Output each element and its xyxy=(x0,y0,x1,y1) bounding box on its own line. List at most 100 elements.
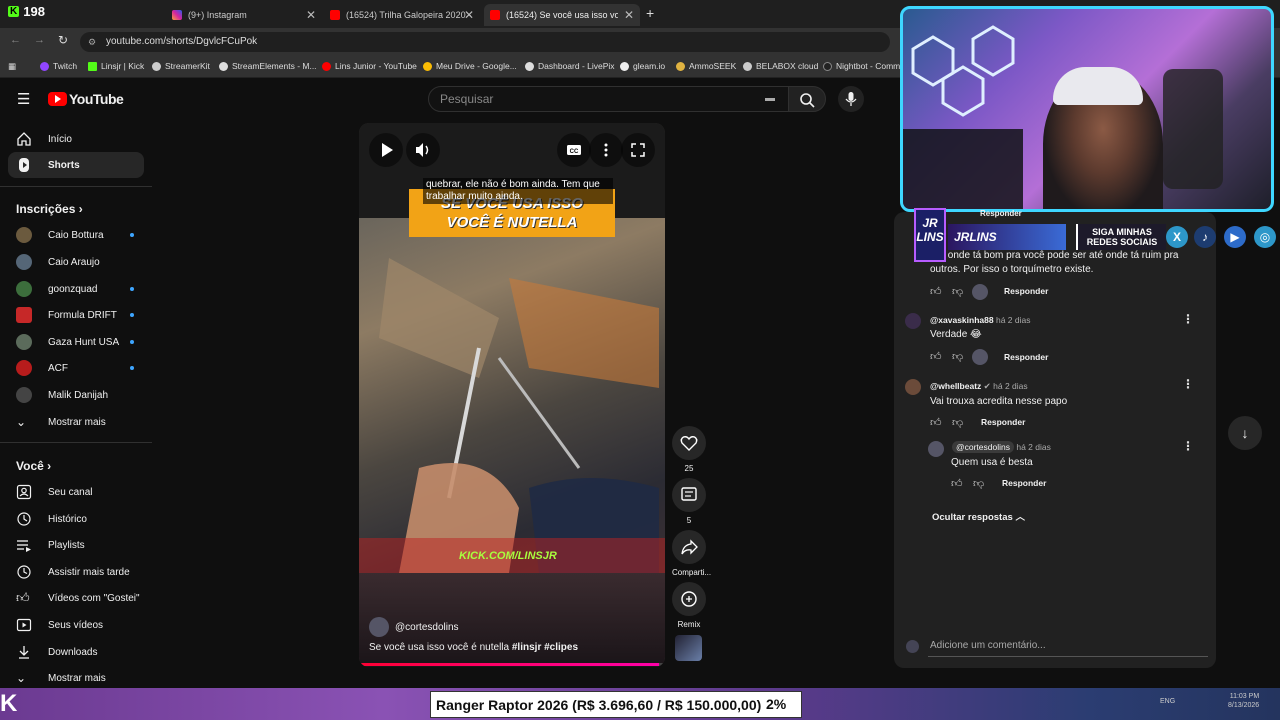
sidebar-item-downloads[interactable]: Downloads xyxy=(8,639,144,665)
next-video-button[interactable]: ↓ xyxy=(1228,416,1262,450)
reply-button[interactable]: Responder xyxy=(1004,352,1048,362)
bookmark-twitch[interactable]: Twitch xyxy=(40,61,77,71)
bookmark-belabox[interactable]: BELABOX cloud xyxy=(743,61,818,71)
like-button[interactable]: 25 xyxy=(672,426,706,473)
reply-button[interactable]: Responder xyxy=(981,417,1025,427)
site-info-icon[interactable]: ⚙ xyxy=(88,32,96,52)
sidebar-item-subscription[interactable]: Caio Araujo xyxy=(8,249,144,275)
donation-goal: Ranger Raptor 2026 (R$ 3.696,60 / R$ 150… xyxy=(430,691,802,718)
remix-button[interactable]: Remix xyxy=(672,582,706,629)
remix-label: Remix xyxy=(677,620,701,629)
sidebar-item-your-channel[interactable]: Seu canal xyxy=(8,479,144,505)
webcam-overlay xyxy=(900,6,1274,212)
avatar xyxy=(16,360,32,376)
sidebar-item-label: Mostrar mais xyxy=(48,416,106,428)
comment-options-icon[interactable]: ⋮ xyxy=(1182,377,1194,391)
thumbs-down-icon[interactable]: 👎︎ xyxy=(952,350,963,363)
thumbs-up-icon[interactable]: 👍︎ xyxy=(930,350,942,363)
bookmark-gleam[interactable]: gleam.io xyxy=(620,61,665,71)
thumbs-up-icon[interactable]: 👍︎ xyxy=(951,477,963,490)
browser-tab-youtube-active[interactable]: (16524) Se você usa isso você é ✕ xyxy=(484,4,640,26)
logo-text: YouTube xyxy=(69,91,124,107)
bookmark-lins-youtube[interactable]: Lins Junior - YouTube xyxy=(322,61,417,71)
thumbs-down-icon[interactable]: 👎︎ xyxy=(952,285,963,298)
comment-author[interactable]: @whellbeatz ✔ há 2 dias xyxy=(930,381,1028,392)
volume-button[interactable] xyxy=(406,133,440,167)
sound-thumbnail[interactable] xyxy=(675,635,702,661)
shorts-video-player[interactable]: SE VOCÊ USA ISSOVOCÊ É NUTELLA quebrar, … xyxy=(359,123,665,667)
play-icon xyxy=(382,143,393,157)
bookmark-streamelements[interactable]: StreamElements - M... xyxy=(219,61,317,71)
close-icon[interactable]: ✕ xyxy=(624,8,634,22)
apps-icon[interactable]: ▦ xyxy=(8,61,16,72)
menu-icon[interactable]: ☰ xyxy=(17,90,30,108)
sidebar-item-playlists[interactable]: Playlists xyxy=(8,532,144,558)
youtube-logo[interactable]: YouTube xyxy=(48,91,124,107)
sidebar-item-label: Assistir mais tarde xyxy=(48,566,130,578)
sidebar-item-subscription[interactable]: Malik Danijah xyxy=(8,382,144,408)
bookmark-livepix[interactable]: Dashboard - LivePix xyxy=(525,61,615,71)
video-progress-bar[interactable] xyxy=(359,663,665,666)
search-button[interactable] xyxy=(788,86,826,112)
comments-button[interactable]: 5 xyxy=(672,478,706,525)
reply-author[interactable]: @cortesdolins há 2 dias xyxy=(952,441,1051,453)
browser-tab-youtube-trilha[interactable]: (16524) Trilha Galopeira 2020 - ✕ xyxy=(324,4,480,26)
goal-text: Ranger Raptor 2026 (R$ 3.696,60 / R$ 150… xyxy=(436,697,762,713)
bookmark-drive[interactable]: Meu Drive - Google... xyxy=(423,61,517,71)
play-button[interactable] xyxy=(369,133,403,167)
back-icon[interactable]: ← xyxy=(10,34,21,46)
google-drive-icon xyxy=(423,61,432,71)
reply-button[interactable]: Responder xyxy=(1002,478,1046,488)
sidebar-item-history[interactable]: Histórico xyxy=(8,506,144,532)
sidebar-divider xyxy=(0,186,152,187)
new-tab-button[interactable]: + xyxy=(646,5,654,21)
close-icon[interactable]: ✕ xyxy=(464,8,474,22)
sidebar-item-subscription[interactable]: Gaza Hunt USA xyxy=(8,329,144,355)
keyboard-icon[interactable]: ▬ xyxy=(765,87,775,111)
bookmark-label: Twitch xyxy=(53,61,78,71)
sidebar-item-shorts[interactable]: Shorts xyxy=(8,152,144,178)
sidebar-show-more[interactable]: ⌄ Mostrar mais xyxy=(8,409,144,435)
sidebar-item-liked-videos[interactable]: 👍︎ Vídeos com "Gostei" xyxy=(8,585,144,611)
voice-search-button[interactable] xyxy=(838,86,864,112)
fullscreen-button[interactable] xyxy=(621,133,655,167)
comment-icon xyxy=(672,478,706,512)
comment-options-icon[interactable]: ⋮ xyxy=(1182,439,1194,453)
url-field[interactable]: ⚙ youtube.com/shorts/DgvlcFCuPok xyxy=(80,32,890,52)
captions-button[interactable]: CC xyxy=(557,133,591,167)
video-hashtags[interactable]: #linsjr #clipes xyxy=(512,642,578,653)
bookmark-ammoseek[interactable]: AmmoSEEK xyxy=(676,61,736,71)
sidebar-item-label: Início xyxy=(48,133,72,145)
close-icon[interactable]: ✕ xyxy=(306,8,316,22)
thumbs-up-icon[interactable]: 👍︎ xyxy=(930,416,942,429)
share-button[interactable]: Comparti... xyxy=(672,530,711,577)
sidebar-item-subscription[interactable]: Caio Bottura xyxy=(8,222,144,248)
bookmark-nightbot[interactable]: Nightbot - Comm xyxy=(823,61,900,71)
sidebar-item-watch-later[interactable]: Assistir mais tarde xyxy=(8,559,144,585)
thumbs-up-icon[interactable]: 👍︎ xyxy=(930,285,942,298)
search-input[interactable]: Pesquisar ▬ xyxy=(428,86,790,112)
sidebar-item-your-videos[interactable]: Seus vídeos xyxy=(8,612,144,638)
sidebar-item-subscription[interactable]: ACF xyxy=(8,355,144,381)
you-heading[interactable]: Você › xyxy=(16,459,51,473)
reload-icon[interactable]: ↻ xyxy=(58,33,68,47)
reply-button[interactable]: Responder xyxy=(1004,286,1048,296)
bookmark-streamerkit[interactable]: StreamerKit xyxy=(152,61,210,71)
add-comment-input[interactable]: Adicione um comentário... xyxy=(930,640,1046,651)
more-options-button[interactable] xyxy=(589,133,623,167)
thumbs-down-icon[interactable]: 👎︎ xyxy=(952,416,963,429)
video-channel[interactable]: @cortesdolins xyxy=(369,617,459,637)
hide-replies-button[interactable]: Ocultar respostas ︿ xyxy=(932,509,1025,523)
comment-author[interactable]: @xavaskinha88 há 2 dias xyxy=(930,315,1030,325)
kebab-icon xyxy=(604,143,608,157)
thumbs-down-icon[interactable]: 👎︎ xyxy=(973,477,984,490)
forward-icon[interactable]: → xyxy=(34,34,45,46)
hide-replies-label: Ocultar respostas xyxy=(932,512,1013,523)
sidebar-item-home[interactable]: Início xyxy=(8,126,144,152)
bookmark-kick[interactable]: Linsjr | Kick xyxy=(88,61,144,71)
sidebar-item-subscription[interactable]: Formula DRIFT xyxy=(8,302,144,328)
browser-tab-instagram[interactable]: (9+) Instagram ✕ xyxy=(166,4,322,26)
comment-options-icon[interactable]: ⋮ xyxy=(1182,312,1194,326)
sidebar-item-subscription[interactable]: goonzquad xyxy=(8,276,144,302)
subscriptions-heading[interactable]: Inscrições › xyxy=(16,202,83,216)
